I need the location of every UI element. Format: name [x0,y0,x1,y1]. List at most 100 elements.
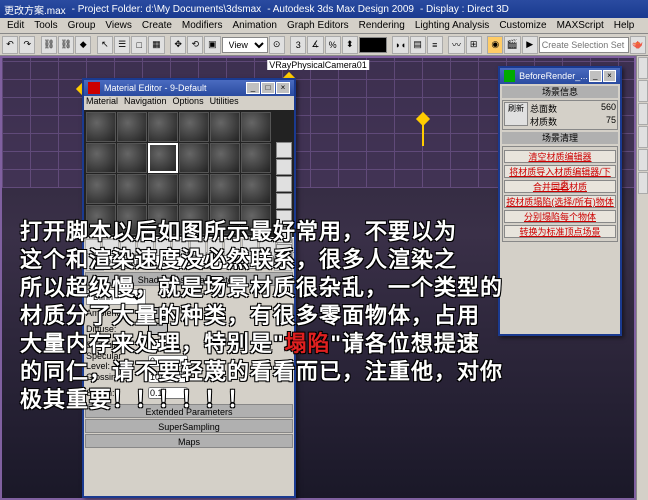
ambient-swatch[interactable] [148,307,168,319]
background-button[interactable] [276,176,292,192]
link-button[interactable]: ⛓ [41,36,57,54]
shader-rollout-header[interactable]: Shader Basic Parameters [85,272,293,286]
mat-menu-options[interactable]: Options [173,96,204,110]
layer-button[interactable]: ≡ [427,36,443,54]
rotate-button[interactable]: ⟲ [187,36,203,54]
material-slot[interactable] [241,205,271,235]
import-materials-button[interactable]: 将材质导入材质编辑器/下一页 [504,165,616,178]
material-slot[interactable] [210,112,240,142]
material-slot[interactable] [241,143,271,173]
display-tab[interactable] [638,149,648,171]
material-slot[interactable] [117,174,147,204]
modify-tab[interactable] [638,80,648,102]
angle-snap-button[interactable]: ∡ [307,36,323,54]
percent-snap-button[interactable]: % [325,36,341,54]
material-slot[interactable] [241,112,271,142]
pick-button[interactable]: ↘ [86,253,104,271]
material-slot[interactable] [210,174,240,204]
refresh-button[interactable]: 刷新 [504,102,528,126]
menu-group[interactable]: Group [63,20,101,31]
snap-button[interactable]: 3 [290,36,306,54]
close-button[interactable]: × [603,70,616,82]
align-button[interactable]: ▤ [410,36,426,54]
minimize-button[interactable]: _ [589,70,602,82]
material-slot[interactable] [86,143,116,173]
bind-button[interactable]: ◆ [75,36,91,54]
video-check-button[interactable] [276,210,292,226]
material-slot-selected[interactable] [148,143,178,173]
material-slot[interactable] [148,205,178,235]
spec-level-input[interactable] [148,355,188,367]
render-button[interactable]: 🫖 [630,36,646,54]
redo-button[interactable]: ↷ [19,36,35,54]
before-render-titlebar[interactable]: BeforeRender_... _ × [500,68,620,84]
menu-lighting[interactable]: Lighting Analysis [410,20,495,31]
merge-same-name-button[interactable]: 合并同名材质 [504,180,616,193]
window-crossing-button[interactable]: ▦ [148,36,164,54]
menu-edit[interactable]: Edit [2,20,29,31]
material-slot[interactable] [241,174,271,204]
options-button[interactable] [276,244,292,260]
material-name-input[interactable] [104,255,274,269]
select-name-button[interactable]: ☰ [114,36,130,54]
supersampling-rollout[interactable]: SuperSampling [85,419,293,433]
material-slot[interactable] [86,205,116,235]
menu-rendering[interactable]: Rendering [354,20,410,31]
create-tab[interactable] [638,57,648,79]
extended-params-rollout[interactable]: Extended Parameters [85,404,293,418]
utilities-tab[interactable] [638,172,648,194]
soften-input[interactable] [148,387,188,399]
material-slot[interactable] [210,143,240,173]
sample-uv-button[interactable] [276,193,292,209]
curve-editor-button[interactable]: 〰 [448,36,464,54]
move-button[interactable]: ✥ [170,36,186,54]
sample-type-button[interactable] [276,142,292,158]
material-slot[interactable] [179,112,209,142]
material-editor-titlebar[interactable]: Material Editor - 9-Default _ □ × [84,80,294,96]
close-button[interactable]: × [276,82,290,94]
mat-menu-material[interactable]: Material [86,96,118,110]
material-slot[interactable] [210,205,240,235]
material-slot[interactable] [86,174,116,204]
clear-material-editor-button[interactable]: 清空材质编辑器 [504,150,616,163]
unlink-button[interactable]: ⛓ [58,36,74,54]
menu-tools[interactable]: Tools [29,20,62,31]
menu-views[interactable]: Views [100,20,137,31]
maximize-button[interactable]: □ [261,82,275,94]
mat-menu-navigation[interactable]: Navigation [124,96,167,110]
menu-modifiers[interactable]: Modifiers [177,20,228,31]
maps-rollout[interactable]: Maps [85,434,293,448]
menu-customize[interactable]: Customize [494,20,551,31]
select-rect-button[interactable]: □ [131,36,147,54]
undo-button[interactable]: ↶ [2,36,18,54]
menu-maxscript[interactable]: MAXScript [552,20,609,31]
material-slot[interactable] [179,205,209,235]
ref-coord-dropdown[interactable]: View [222,37,268,53]
preview-button[interactable] [276,227,292,243]
collapse-by-material-button[interactable]: 按材质塌陷(选择/所有)物体 [504,195,616,208]
hierarchy-tab[interactable] [638,103,648,125]
backlight-button[interactable] [276,159,292,175]
mirror-button[interactable]: ◗◖ [392,36,408,54]
mat-menu-utilities[interactable]: Utilities [210,96,239,110]
material-slot[interactable] [117,112,147,142]
material-slot[interactable] [148,174,178,204]
material-slot[interactable] [179,143,209,173]
select-button[interactable]: ↖ [97,36,113,54]
material-editor-button[interactable]: ◉ [487,36,503,54]
menu-animation[interactable]: Animation [227,20,281,31]
schematic-button[interactable]: ⊞ [466,36,482,54]
minimize-button[interactable]: _ [246,82,260,94]
diffuse-swatch[interactable] [148,323,168,335]
shader-type-dropdown[interactable]: Blinn [86,289,146,305]
material-slot[interactable] [117,143,147,173]
mini-listener[interactable] [359,37,387,53]
specular-swatch[interactable] [148,339,168,351]
glossiness-input[interactable] [148,371,188,383]
pivot-button[interactable]: ⊙ [269,36,285,54]
material-slot[interactable] [179,174,209,204]
scale-button[interactable]: ▣ [204,36,220,54]
collapse-each-button[interactable]: 分别塌陷每个物体 [504,210,616,223]
spinner-snap-button[interactable]: ⬍ [342,36,358,54]
render-frame-button[interactable]: ▶ [522,36,538,54]
